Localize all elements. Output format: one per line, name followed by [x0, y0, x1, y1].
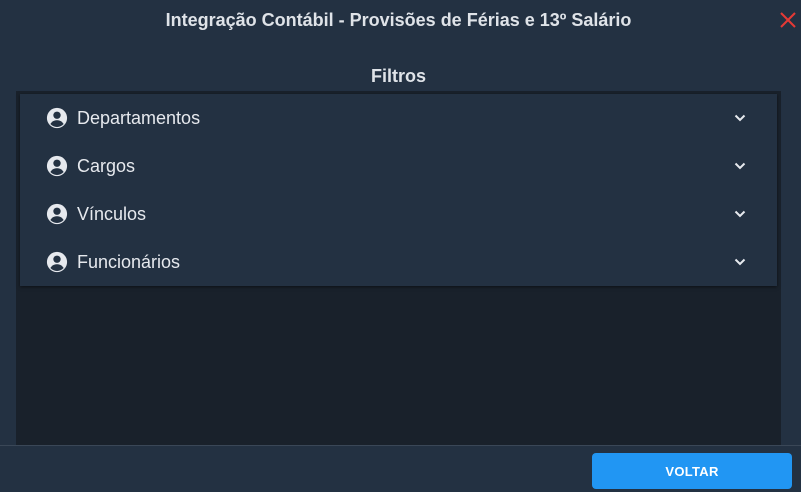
- filter-item-vinculos[interactable]: Vínculos: [20, 190, 777, 238]
- footer-divider: [0, 445, 801, 446]
- filter-list: Departamentos Cargos Vínculos Funcionári…: [20, 94, 777, 286]
- dialog-title: Integração Contábil - Provisões de Féria…: [165, 10, 632, 30]
- filters-heading: Filtros: [370, 66, 426, 86]
- person-circle-icon: [46, 203, 68, 225]
- close-icon: [780, 12, 796, 28]
- filter-item-funcionarios[interactable]: Funcionários: [20, 238, 777, 286]
- person-circle-icon: [46, 251, 68, 273]
- filter-item-cargos[interactable]: Cargos: [20, 142, 777, 190]
- filter-item-label: Vínculos: [77, 204, 147, 224]
- back-button[interactable]: VOLTAR: [592, 453, 792, 489]
- dialog: Integração Contábil - Provisões de Féria…: [0, 0, 801, 492]
- person-circle-icon: [46, 107, 68, 129]
- filter-item-label: Departamentos: [77, 108, 201, 128]
- filter-item-label: Funcionários: [77, 252, 181, 272]
- filter-item-departamentos[interactable]: Departamentos: [20, 94, 777, 142]
- chevron-down-icon: [734, 210, 746, 218]
- person-circle-icon: [46, 155, 68, 177]
- close-button[interactable]: [778, 10, 798, 30]
- chevron-down-icon: [734, 114, 746, 122]
- filter-item-label: Cargos: [77, 156, 136, 176]
- chevron-down-icon: [734, 162, 746, 170]
- chevron-down-icon: [734, 258, 746, 266]
